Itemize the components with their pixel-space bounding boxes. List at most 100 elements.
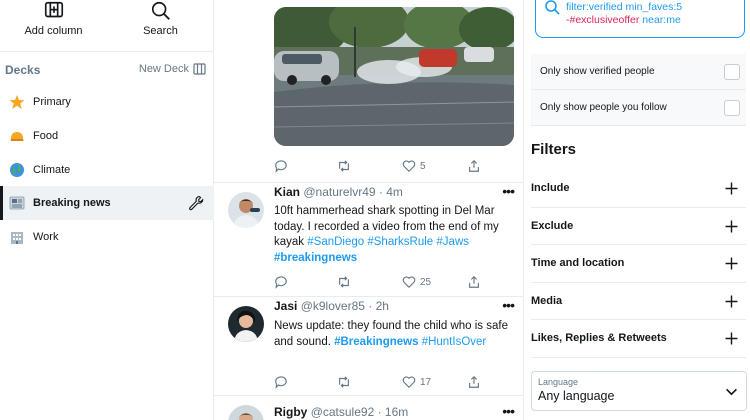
new-deck-label: New Deck	[138, 63, 189, 75]
retweet-button[interactable]	[337, 159, 351, 173]
tweet-actions: 5	[274, 158, 514, 174]
retweet-button[interactable]	[337, 375, 351, 389]
retweet-icon	[339, 276, 349, 288]
tweet[interactable]: Rigby @catsule92 · 16m •••	[214, 395, 523, 420]
plus-icon	[725, 220, 738, 232]
new-deck-button[interactable]: New Deck	[139, 63, 206, 75]
like-button[interactable]: 17	[402, 375, 431, 389]
share-icon	[469, 375, 479, 388]
tweet-text: 10ft hammerhead shark spotting in Del Ma…	[274, 204, 519, 266]
more-options-icon[interactable]: •••	[502, 183, 515, 199]
query-line: filter:verified min_faves:5	[566, 1, 683, 13]
tweet-actions: 25	[274, 274, 514, 290]
tweet-header: Rigby @catsule92 · 16m	[274, 405, 408, 419]
deck-label: Climate	[33, 164, 71, 176]
avatar[interactable]	[228, 192, 264, 228]
tweet-header: Jasi @k9lover85 · 2h	[274, 299, 389, 313]
filter-label: Time and location	[531, 257, 625, 270]
only-verified-checkbox[interactable]	[724, 64, 740, 80]
user-avatar-image	[228, 306, 264, 342]
heart-icon	[402, 160, 416, 173]
plus-icon	[725, 295, 738, 307]
retweet-icon	[339, 160, 349, 172]
add-column-button[interactable]: Add column	[0, 0, 107, 52]
filters-heading: Filters	[531, 141, 577, 158]
filter-exclude[interactable]: Exclude	[531, 208, 746, 245]
chevron-down-icon	[726, 388, 737, 396]
filter-time-location[interactable]: Time and location	[531, 245, 746, 283]
option-label: Only show people you follow	[540, 102, 667, 113]
share-button[interactable]	[467, 159, 481, 173]
display-name[interactable]: Jasi	[274, 299, 297, 313]
share-icon	[469, 275, 479, 288]
filter-engagement[interactable]: Likes, Replies & Retweets	[531, 320, 746, 358]
search-query-input[interactable]: filter:verified min_faves:5 -#exclusiveo…	[535, 0, 745, 38]
hashtag-link[interactable]: #Breakingnews	[334, 336, 418, 348]
globe-icon	[10, 163, 24, 177]
hashtag-link[interactable]: #HuntIsOver	[422, 336, 487, 348]
decks-sidebar: Add column Search Decks New Deck Primary	[0, 0, 214, 420]
only-following-option[interactable]: Only show people you follow	[531, 90, 746, 126]
hashtag-link[interactable]: #SharksRule	[367, 236, 433, 248]
newspaper-icon	[9, 196, 25, 210]
wrench-icon[interactable]	[188, 195, 204, 211]
deck-item-food[interactable]: Food	[0, 119, 214, 153]
like-count: 5	[420, 160, 426, 172]
deck-label: Primary	[33, 96, 71, 108]
search-button[interactable]: Search	[107, 0, 214, 52]
building-icon	[11, 232, 23, 244]
avatar[interactable]	[228, 306, 264, 342]
filter-label: Media	[531, 294, 563, 307]
like-button[interactable]: 25	[402, 275, 431, 289]
retweet-button[interactable]	[337, 275, 351, 289]
display-name[interactable]: Rigby	[274, 405, 307, 419]
user-handle: @naturelvr49	[303, 185, 376, 199]
hashtag-link[interactable]: #Jaws	[436, 236, 469, 248]
filter-include[interactable]: Include	[531, 170, 746, 208]
language-select-value: Any language	[538, 389, 615, 403]
share-button[interactable]	[467, 375, 481, 389]
reply-button[interactable]	[274, 159, 288, 173]
more-options-icon[interactable]: •••	[502, 297, 515, 313]
hashtag-link[interactable]: #SanDiego	[307, 236, 364, 248]
like-count: 17	[420, 376, 432, 388]
avatar[interactable]	[228, 405, 264, 420]
tweet-time: · 4m	[378, 185, 403, 199]
share-button[interactable]	[467, 275, 481, 289]
user-handle: @k9lover85	[300, 299, 365, 313]
display-name[interactable]: Kian	[274, 185, 300, 199]
tweet[interactable]: Kian @naturelvr49 · 4m ••• 10ft hammerhe…	[214, 182, 523, 296]
only-verified-option[interactable]: Only show verified people	[531, 54, 746, 90]
reply-button[interactable]	[274, 375, 288, 389]
only-following-checkbox[interactable]	[724, 100, 740, 116]
sidebar-toolbar: Add column Search	[0, 0, 214, 52]
tweet[interactable]: Jasi @k9lover85 · 2h ••• News update: th…	[214, 296, 523, 395]
filter-media[interactable]: Media	[531, 283, 746, 320]
language-select[interactable]: Language Any language	[531, 371, 747, 411]
breaking-news-column: 5 Kian @naturelvr49 · 4m ••• 10ft hammer…	[214, 0, 524, 420]
star-icon	[9, 95, 25, 109]
user-avatar-image	[228, 192, 264, 228]
query-exclusion: -#exclusiveoffer	[566, 14, 640, 26]
heart-icon	[402, 376, 416, 389]
deck-item-primary[interactable]: Primary	[0, 85, 214, 119]
search-label: Search	[143, 25, 178, 37]
filter-label: Likes, Replies & Retweets	[531, 332, 667, 345]
like-button[interactable]: 5	[402, 159, 426, 173]
reply-button[interactable]	[274, 275, 288, 289]
tweet-time: · 16m	[377, 405, 409, 419]
filter-label: Exclude	[531, 219, 574, 232]
more-options-icon[interactable]: •••	[502, 403, 515, 419]
deck-item-breaking-news[interactable]: Breaking news	[0, 186, 214, 220]
plus-icon	[725, 182, 738, 195]
option-label: Only show verified people	[540, 66, 655, 77]
deck-item-work[interactable]: Work	[0, 220, 214, 254]
reply-icon	[275, 276, 287, 289]
search-filters-panel: filter:verified min_faves:5 -#exclusiveo…	[524, 0, 750, 420]
tweet-media-image[interactable]	[274, 7, 514, 146]
query-operator: near:me	[639, 14, 681, 26]
filter-label: Include	[531, 182, 570, 195]
add-column-label: Add column	[24, 25, 83, 37]
deck-item-climate[interactable]: Climate	[0, 153, 214, 187]
hashtag-link[interactable]: #breakingnews	[274, 252, 357, 264]
